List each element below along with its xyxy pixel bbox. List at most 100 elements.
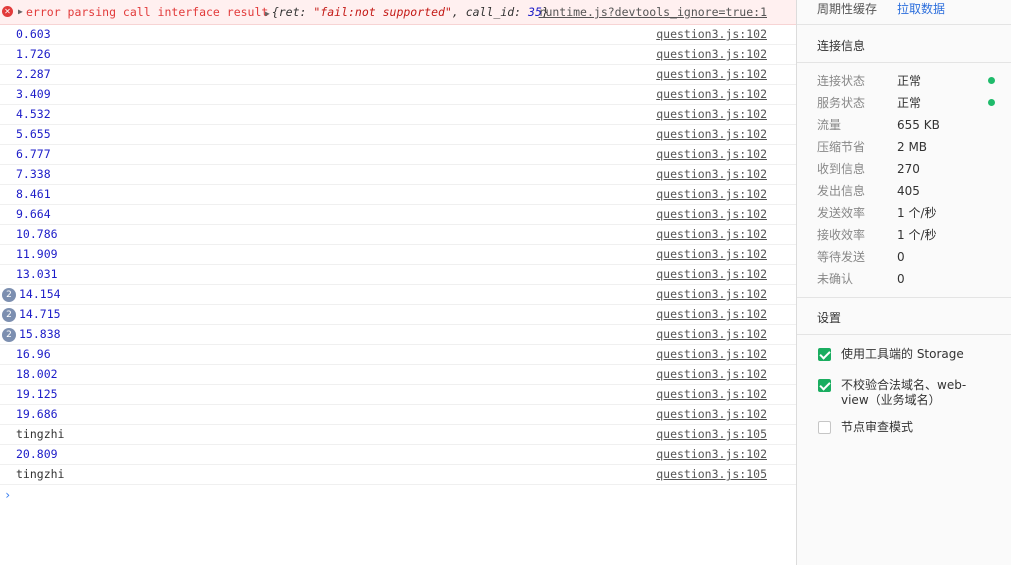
- object-mid: , call_id:: [451, 5, 529, 19]
- log-source-link[interactable]: question3.js:102: [656, 305, 767, 324]
- console-log-row[interactable]: 2 15.838 question3.js:102: [0, 325, 796, 345]
- log-source-link[interactable]: question3.js:102: [656, 285, 767, 304]
- log-value: 5.655: [16, 127, 51, 141]
- divider: [797, 62, 1011, 63]
- fetch-data-link[interactable]: 拉取数据: [897, 0, 945, 18]
- log-value: 16.96: [16, 347, 51, 361]
- console-log-row[interactable]: 10.786 question3.js:102: [0, 225, 796, 245]
- log-source-link[interactable]: question3.js:102: [656, 65, 767, 84]
- console-log-row[interactable]: 0.603 question3.js:102: [0, 25, 796, 45]
- console-log-row[interactable]: 3.409 question3.js:102: [0, 85, 796, 105]
- console-log-row[interactable]: 19.686 question3.js:102: [0, 405, 796, 425]
- info-key: 发送效率: [817, 206, 866, 220]
- log-source-link[interactable]: question3.js:102: [656, 165, 767, 184]
- error-row[interactable]: ✕ ▶ error parsing call interface result …: [0, 0, 796, 25]
- setting-checkbox[interactable]: [818, 421, 831, 434]
- setting-label[interactable]: 不校验合法域名、web-view（业务域名）: [841, 378, 991, 408]
- info-key: 连接状态: [817, 74, 866, 88]
- log-value: 19.686: [16, 407, 58, 421]
- log-source-link[interactable]: question3.js:102: [656, 185, 767, 204]
- console-log-row[interactable]: 18.002 question3.js:102: [0, 365, 796, 385]
- connection-info-row: 等待发送 0: [817, 246, 1007, 268]
- console-log-row[interactable]: 13.031 question3.js:102: [0, 265, 796, 285]
- log-value: 3.409: [16, 87, 51, 101]
- info-key: 收到信息: [817, 162, 866, 176]
- log-value: 19.125: [16, 387, 58, 401]
- connection-section-title: 连接信息: [817, 39, 866, 53]
- log-source-link[interactable]: question3.js:102: [656, 265, 767, 284]
- info-value: 正常: [897, 96, 922, 110]
- console-log-row[interactable]: 1.726 question3.js:102: [0, 45, 796, 65]
- log-source-link[interactable]: question3.js:102: [656, 45, 767, 64]
- console-log-row[interactable]: 5.655 question3.js:102: [0, 125, 796, 145]
- setting-label[interactable]: 节点审查模式: [841, 420, 991, 435]
- info-value: 405: [897, 184, 920, 198]
- console-prompt[interactable]: ›: [0, 485, 796, 505]
- log-source-link[interactable]: question3.js:102: [656, 205, 767, 224]
- log-value: 7.338: [16, 167, 51, 181]
- log-value: tingzhi: [16, 467, 65, 481]
- log-list: 0.603 question3.js:102 1.726 question3.js:1…: [0, 25, 796, 485]
- info-value: 0: [897, 272, 905, 286]
- connection-info-row: 未确认 0: [817, 268, 1007, 290]
- console-log-row[interactable]: 2 14.154 question3.js:102: [0, 285, 796, 305]
- log-value: 9.664: [16, 207, 51, 221]
- log-source-link[interactable]: question3.js:102: [656, 345, 767, 364]
- object-ret-value: "fail:not supported": [313, 5, 452, 19]
- connection-info-row: 压缩节省 2 MB: [817, 136, 1007, 158]
- setting-checkbox[interactable]: [818, 348, 831, 361]
- log-source-link[interactable]: question3.js:102: [656, 325, 767, 344]
- info-key: 压缩节省: [817, 140, 866, 154]
- log-source-link[interactable]: question3.js:102: [656, 85, 767, 104]
- log-source-link[interactable]: question3.js:102: [656, 405, 767, 424]
- prompt-chevron-icon: ›: [4, 488, 12, 502]
- log-source-link[interactable]: question3.js:105: [656, 425, 767, 444]
- log-value: 18.002: [16, 367, 58, 381]
- console-log-row[interactable]: 4.532 question3.js:102: [0, 105, 796, 125]
- console-log-row[interactable]: tingzhi question3.js:105: [0, 465, 796, 485]
- info-value: 正常: [897, 74, 922, 88]
- object-prefix: {ret:: [271, 5, 314, 19]
- status-dot-icon: [988, 77, 995, 84]
- console-log-row[interactable]: 11.909 question3.js:102: [0, 245, 796, 265]
- setting-checkbox[interactable]: [818, 379, 831, 392]
- info-value: 270: [897, 162, 920, 176]
- console-log-row[interactable]: 20.809 question3.js:102: [0, 445, 796, 465]
- console-log-row[interactable]: 7.338 question3.js:102: [0, 165, 796, 185]
- log-source-link[interactable]: question3.js:102: [656, 125, 767, 144]
- log-value: 4.532: [16, 107, 51, 121]
- log-value: 20.809: [16, 447, 58, 461]
- log-value: 8.461: [16, 187, 51, 201]
- log-source-link[interactable]: question3.js:102: [656, 385, 767, 404]
- log-source-link[interactable]: question3.js:102: [656, 365, 767, 384]
- log-value: 11.909: [16, 247, 58, 261]
- log-source-link[interactable]: question3.js:102: [656, 105, 767, 124]
- console-log-row[interactable]: tingzhi question3.js:105: [0, 425, 796, 445]
- info-panel: 周期性缓存 拉取数据 连接信息 连接状态 正常 服务状态 正常 流量 655 KB 压缩节省…: [797, 0, 1011, 565]
- console-log-row[interactable]: 16.96 question3.js:102: [0, 345, 796, 365]
- log-source-link[interactable]: question3.js:102: [656, 445, 767, 464]
- info-value: 655 KB: [897, 118, 940, 132]
- connection-info-row: 发送效率 1 个/秒: [817, 202, 1007, 224]
- setting-label[interactable]: 使用工具端的 Storage: [841, 347, 991, 362]
- console-log-row[interactable]: 6.777 question3.js:102: [0, 145, 796, 165]
- console-log-row[interactable]: 9.664 question3.js:102: [0, 205, 796, 225]
- log-source-link[interactable]: question3.js:102: [656, 225, 767, 244]
- info-key: 流量: [817, 118, 842, 132]
- info-key: 等待发送: [817, 250, 866, 264]
- log-source-link[interactable]: question3.js:105: [656, 465, 767, 484]
- console-log-row[interactable]: 2.287 question3.js:102: [0, 65, 796, 85]
- expand-triangle-icon[interactable]: ▶: [18, 0, 23, 24]
- object-expand-icon[interactable]: ▶: [265, 9, 270, 18]
- console-log-row[interactable]: 2 14.715 question3.js:102: [0, 305, 796, 325]
- error-source-link[interactable]: runtime.js?devtools_ignore=true:1: [539, 0, 767, 24]
- connection-info-row: 发出信息 405: [817, 180, 1007, 202]
- log-source-link[interactable]: question3.js:102: [656, 25, 767, 44]
- log-source-link[interactable]: question3.js:102: [656, 245, 767, 264]
- console-log-row[interactable]: 19.125 question3.js:102: [0, 385, 796, 405]
- error-object[interactable]: ▶ {ret: "fail:not supported", call_id: 35…: [265, 0, 549, 26]
- log-source-link[interactable]: question3.js:102: [656, 145, 767, 164]
- console-log-row[interactable]: 8.461 question3.js:102: [0, 185, 796, 205]
- panel-top-bar: 周期性缓存 拉取数据: [797, 0, 1011, 25]
- log-value: tingzhi: [16, 427, 65, 441]
